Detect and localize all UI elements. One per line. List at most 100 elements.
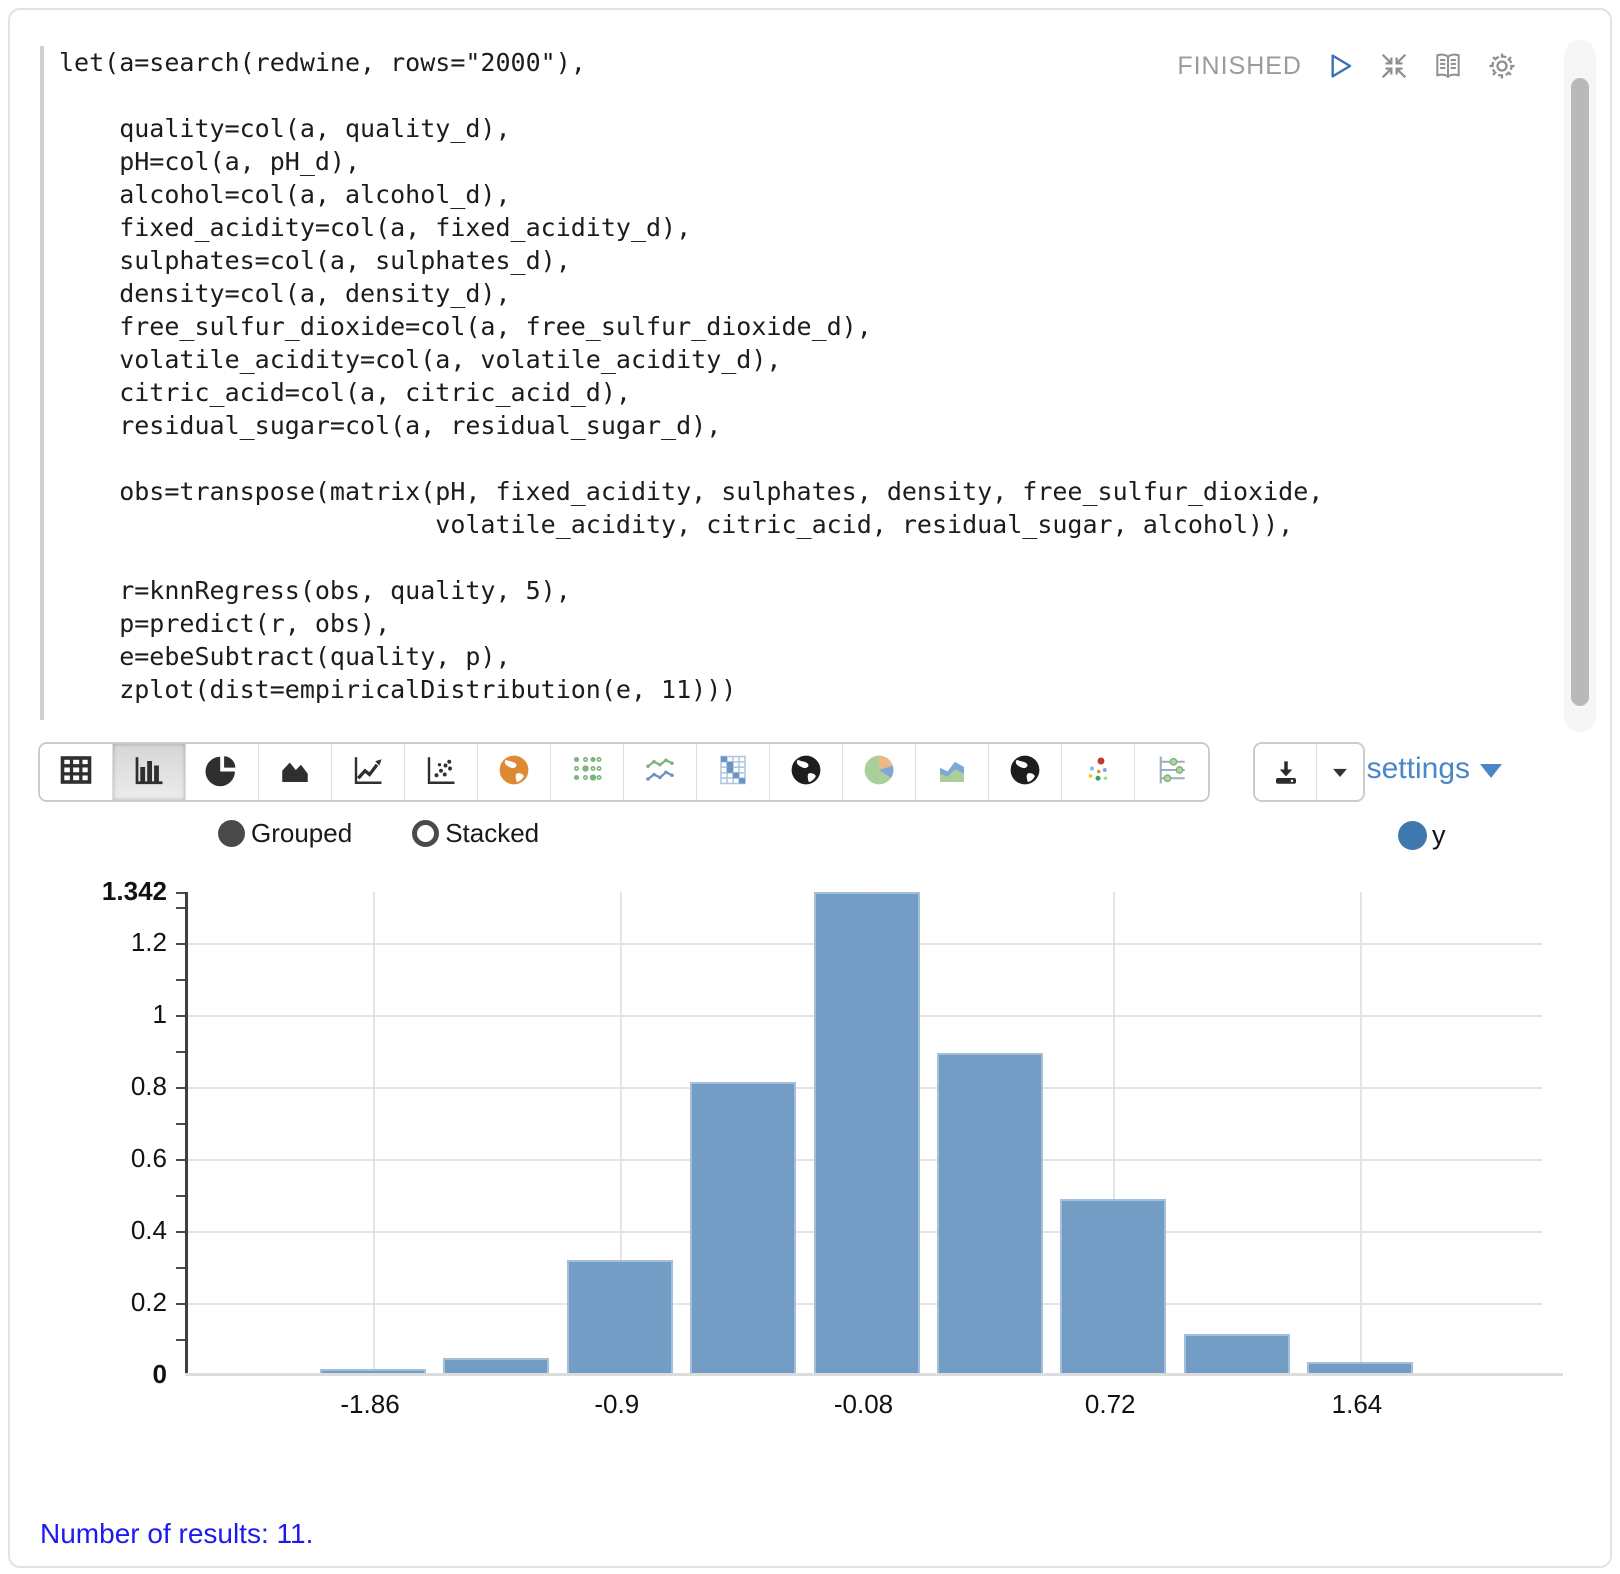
histogram-bar[interactable] [814, 892, 920, 1375]
histogram-bar[interactable] [1184, 1334, 1290, 1375]
area-chart-icon [277, 752, 313, 793]
code-area: let(a=search(redwine, rows="2000"), qual… [10, 10, 1610, 736]
chart-type-button-pie-chart[interactable] [186, 744, 259, 800]
grouped-radio[interactable]: Grouped [218, 818, 352, 849]
globe-dark-icon [788, 752, 824, 793]
scrollbar-track[interactable] [1564, 40, 1596, 732]
stacked-radio[interactable]: Stacked [412, 818, 539, 849]
visualization-toolbar: settings [10, 736, 1610, 812]
chart-type-button-heatmap[interactable] [697, 744, 770, 800]
chart-type-button-multi-line[interactable] [624, 744, 697, 800]
collapse-icon[interactable] [1378, 50, 1410, 82]
bar-chart-icon [131, 752, 167, 793]
grouped-label: Grouped [251, 818, 352, 849]
stacked-label: Stacked [445, 818, 539, 849]
settings-caret-icon [1480, 764, 1502, 778]
series-color-dot [1398, 821, 1427, 850]
editor-gutter-line [40, 46, 44, 720]
globe-dark2-icon [1007, 752, 1043, 793]
paragraph-controls: FINISHED [1177, 50, 1518, 82]
y-axis-tick [176, 1015, 185, 1017]
x-axis-baseline [185, 1373, 1563, 1376]
histogram-bar[interactable] [1060, 1199, 1166, 1375]
chart-type-button-globe-dark2[interactable] [989, 744, 1062, 800]
y-axis-label: 0.2 [57, 1287, 167, 1318]
settings-toggle[interactable]: settings [1367, 752, 1502, 786]
v-gridline [1360, 892, 1362, 1375]
download-icon [1271, 757, 1301, 787]
chart-type-button-scatter-plot[interactable] [405, 744, 478, 800]
chart-type-group [38, 742, 1210, 802]
y-axis-tick [176, 1303, 185, 1305]
series-legend[interactable]: y [1398, 820, 1446, 851]
download-button[interactable] [1255, 744, 1317, 800]
y-axis-tick [176, 1087, 185, 1089]
status-badge: FINISHED [1177, 52, 1302, 81]
y-axis-tick [176, 1231, 185, 1233]
y-axis-tick [176, 1339, 185, 1341]
scrollbar-thumb[interactable] [1571, 78, 1589, 706]
chart-type-button-line-chart[interactable] [332, 744, 405, 800]
line-chart-icon [350, 752, 386, 793]
dots-colored-icon [1080, 752, 1116, 793]
chart-type-button-parallel-coordinates[interactable] [1135, 744, 1208, 800]
x-axis-label: -1.86 [340, 1389, 399, 1420]
run-play-icon[interactable] [1324, 50, 1356, 82]
y-axis-tick [176, 1051, 185, 1053]
y-axis-tick [176, 892, 185, 894]
download-menu-button[interactable] [1317, 744, 1363, 800]
y-axis-label: 0.6 [57, 1143, 167, 1174]
chart-type-button-globe-orange[interactable] [478, 744, 551, 800]
y-axis-tick [176, 907, 185, 909]
x-axis-label: 0.72 [1085, 1389, 1136, 1420]
y-axis-label: 0.4 [57, 1215, 167, 1246]
y-axis-label: 0 [57, 1359, 167, 1390]
parallel-coordinates-icon [1154, 752, 1190, 793]
bar-mode-options: Grouped Stacked [218, 818, 539, 849]
x-axis-label: -0.9 [594, 1389, 639, 1420]
heatmap-icon [715, 752, 751, 793]
scatter-matrix-icon [569, 752, 605, 793]
y-axis-label: 1 [57, 999, 167, 1030]
y-axis-tick [176, 979, 185, 981]
chart-type-button-pie-colored[interactable] [843, 744, 916, 800]
chart-type-button-globe-dark[interactable] [770, 744, 843, 800]
histogram-bar[interactable] [937, 1053, 1043, 1375]
pie-colored-icon [861, 752, 897, 793]
download-split-button [1253, 742, 1365, 802]
chart-type-button-bar-chart[interactable] [113, 744, 186, 800]
histogram-bar[interactable] [690, 1082, 796, 1375]
y-axis-tick [176, 1195, 185, 1197]
paragraph-cell: let(a=search(redwine, rows="2000"), qual… [8, 8, 1612, 1568]
code-editor[interactable]: let(a=search(redwine, rows="2000"), qual… [59, 46, 1323, 706]
histogram-bar[interactable] [567, 1260, 673, 1375]
series-label: y [1432, 820, 1446, 851]
gear-icon[interactable] [1486, 50, 1518, 82]
area-colored-icon [934, 752, 970, 793]
y-axis-tick [176, 1123, 185, 1125]
chart-type-button-dots-colored[interactable] [1062, 744, 1135, 800]
settings-label: settings [1367, 752, 1470, 786]
chart-type-button-scatter-matrix[interactable] [551, 744, 624, 800]
multi-line-icon [642, 752, 678, 793]
pie-chart-icon [204, 752, 240, 793]
y-axis-label: 0.8 [57, 1071, 167, 1102]
x-axis-label: -0.08 [834, 1389, 893, 1420]
radio-unselected-icon [412, 820, 439, 847]
globe-orange-icon [496, 752, 532, 793]
y-axis-tick [176, 943, 185, 945]
radio-selected-icon [218, 820, 245, 847]
caret-down-icon [1325, 757, 1355, 787]
y-axis-label: 1.342 [57, 876, 167, 907]
scatter-plot-icon [423, 752, 459, 793]
chart-type-button-area-chart[interactable] [259, 744, 332, 800]
v-gridline [373, 892, 375, 1375]
book-icon[interactable] [1432, 50, 1464, 82]
chart-type-button-table[interactable] [40, 744, 113, 800]
x-axis-label: 1.64 [1332, 1389, 1383, 1420]
table-icon [58, 752, 94, 793]
y-axis-tick [176, 1267, 185, 1269]
chart-section: Grouped Stacked y 1.3421.210.80.60.40.20… [10, 812, 1610, 1460]
chart-type-button-area-colored[interactable] [916, 744, 989, 800]
y-axis-tick [176, 1159, 185, 1161]
